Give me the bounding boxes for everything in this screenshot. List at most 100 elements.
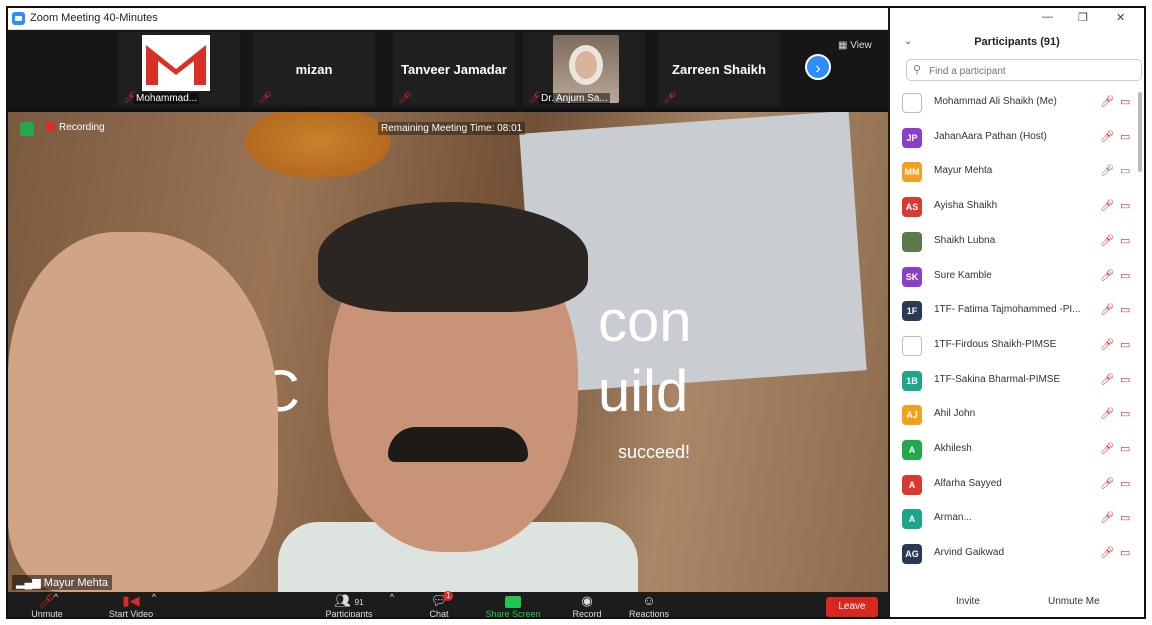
participant-name: Mohammad Ali Shaikh (Me) — [934, 96, 1057, 107]
reactions-label: Reactions — [628, 609, 670, 619]
meeting-area: 🎤︎ Mohammad... mizan 🎤︎ Tanveer Jamadar … — [8, 30, 888, 619]
tile-label: Mohammad... — [134, 93, 200, 104]
camera-off-icon: ▭ — [1120, 269, 1131, 282]
camera-off-icon: ▭ — [1120, 130, 1131, 143]
record-button[interactable]: ◉ Record — [552, 592, 622, 617]
participant-name: Arvind Gaikwad — [934, 547, 1005, 559]
chat-label: Chat — [429, 609, 449, 619]
speaker-name: Mayur Mehta — [43, 577, 108, 589]
participant-row[interactable]: AS Ayisha Shaikh 🎤︎ ▭ — [890, 190, 1144, 224]
reactions-button[interactable]: ☺ Reactions — [614, 592, 684, 619]
video-options-chevron-icon[interactable]: ^ — [148, 592, 160, 602]
unmute-me-button[interactable]: Unmute Me — [1048, 596, 1100, 607]
participant-row[interactable]: JP JahanAara Pathan (Host) 🎤︎ ▭ — [890, 121, 1144, 155]
title-bar: Zoom Meeting 40-Minutes — [8, 8, 888, 30]
leave-button[interactable]: Leave — [826, 597, 878, 617]
remaining-time: Remaining Meeting Time: 08:01 — [378, 122, 526, 135]
participant-row[interactable]: 1B 1TF-Sakina Bharmal-PIMSE 🎤︎ ▭ — [890, 364, 1144, 398]
speaker-hand — [8, 232, 278, 592]
participants-chevron-icon[interactable]: ^ — [386, 592, 398, 602]
muted-mic-icon: 🎤︎ — [1100, 96, 1114, 108]
camera-off-icon: ▭ — [1120, 408, 1131, 421]
zoom-window: Zoom Meeting 40-Minutes 🎤︎ Mohammad... m… — [6, 6, 1146, 619]
recording-label: Recording — [59, 122, 105, 133]
signal-bars-icon: ▂▄▆ — [16, 577, 44, 589]
video-tile[interactable]: 🎤︎ Mohammad... — [118, 32, 240, 106]
restore-icon[interactable]: ❐ — [1078, 11, 1088, 24]
participant-row[interactable]: MM Mayur Mehta 🎤︎ ▭ — [890, 155, 1144, 189]
participant-row[interactable]: 1F 1TF- Fatima Tajmohammed -PI... 🎤︎ ▭ — [890, 294, 1144, 328]
participant-row[interactable]: Shaikh Lubna 🎤︎ ▭ — [890, 225, 1144, 259]
muted-mic-icon: 🎤︎ — [1100, 477, 1114, 490]
camera-off-icon: ▭ — [1120, 373, 1131, 386]
participant-row[interactable]: SK Sure Kamble 🎤︎ ▭ — [890, 260, 1144, 294]
participant-row[interactable]: A Arman... 🎤︎ ▭ — [890, 502, 1144, 536]
search-input[interactable] — [927, 62, 1131, 80]
window-controls: — ❐ ✕ — [1024, 8, 1144, 30]
panel-header: ⌄ Participants (91) — [890, 30, 1144, 56]
panel-title: Participants (91) — [974, 36, 1060, 48]
participant-name: Arman... — [934, 512, 972, 524]
avatar: AS — [902, 197, 922, 218]
view-button[interactable]: ▦ View — [838, 40, 872, 51]
muted-mic-icon: 🎤︎ — [1100, 408, 1114, 421]
participant-row[interactable]: A Akhilesh 🎤︎ ▭ — [890, 433, 1144, 467]
camera-off-icon: ▭ — [1120, 477, 1131, 490]
participants-button[interactable]: 👥︎ 91 Participants — [314, 592, 384, 617]
participant-row[interactable]: AJ Ahil John 🎤︎ ▭ — [890, 398, 1144, 432]
recording-indicator: Recording — [46, 122, 105, 133]
participant-row[interactable]: 1TF-Firdous Shaikh-PIMSE 🎤︎ ▭ — [890, 329, 1144, 363]
list-scrollbar[interactable] — [1138, 92, 1142, 172]
share-screen-label: Share Screen — [485, 609, 541, 619]
participant-name: Sure Kamble — [934, 269, 992, 281]
participant-row[interactable]: AG Arvind Gaikwad 🎤︎ ▭ — [890, 537, 1144, 571]
view-label: View — [850, 40, 872, 51]
audio-options-chevron-icon[interactable]: ^ — [50, 592, 62, 602]
participant-row[interactable]: Mohammad Ali Shaikh (Me) 🎤︎ ▭ — [890, 86, 1144, 120]
camera-off-icon: ▭ — [1120, 304, 1131, 317]
muted-mic-icon: 🎤︎ — [1100, 338, 1114, 351]
reactions-icon: ☺ — [642, 593, 656, 608]
panel-footer: Invite Unmute Me — [890, 588, 1144, 617]
tile-name: Tanveer Jamadar — [401, 62, 507, 77]
window-title: Zoom Meeting 40-Minutes — [30, 12, 158, 24]
participant-name: Alfarha Sayyed — [934, 477, 1002, 489]
video-tile[interactable]: mizan 🎤︎ — [253, 32, 375, 106]
chat-button[interactable]: 💬︎ 1 Chat — [404, 591, 474, 619]
mic-icon: 🎤︎ — [1100, 165, 1114, 178]
camera-icon: ▭ — [1120, 165, 1131, 178]
share-screen-icon — [478, 592, 548, 609]
avatar: 1F — [902, 301, 922, 322]
zoom-app-icon — [12, 12, 25, 25]
camera-off-icon: ▭ — [1120, 96, 1131, 108]
video-tile[interactable]: Tanveer Jamadar 🎤︎ — [393, 32, 515, 106]
avatar — [902, 231, 922, 252]
muted-mic-icon: 🎤︎ — [1100, 373, 1114, 386]
camera-off-icon: ▭ — [1120, 512, 1131, 525]
search-icon: ⚲ — [913, 64, 922, 76]
participant-name: JahanAara Pathan (Host) — [934, 130, 1047, 142]
video-tile[interactable]: 🎤︎ Dr. Anjum Sa... — [523, 32, 645, 106]
participant-row[interactable]: A Alfarha Sayyed 🎤︎ ▭ — [890, 468, 1144, 502]
muted-mic-icon: 🎤︎ — [398, 92, 412, 104]
camera-off-icon: ▭ — [1120, 338, 1131, 351]
avatar: JP — [902, 127, 922, 148]
participant-strip: 🎤︎ Mohammad... mizan 🎤︎ Tanveer Jamadar … — [8, 30, 888, 109]
share-screen-button[interactable]: Share Screen — [478, 592, 548, 619]
minimize-icon[interactable]: — — [1042, 11, 1053, 23]
avatar — [902, 93, 922, 113]
muted-mic-icon: 🎤︎ — [258, 92, 272, 104]
avatar: A — [902, 509, 922, 530]
next-page-icon[interactable]: › — [805, 54, 831, 80]
hair — [318, 202, 588, 312]
participant-name: Ahil John — [934, 408, 976, 420]
avatar: A — [902, 474, 922, 495]
participant-search[interactable]: ⚲ — [906, 59, 1142, 81]
unmute-button[interactable]: 🎤︎ Unmute — [12, 592, 82, 617]
start-video-label: Start Video — [108, 609, 154, 619]
video-tile[interactable]: Zarreen Shaikh 🎤︎ — [658, 32, 780, 106]
invite-button[interactable]: Invite — [956, 596, 980, 607]
close-icon[interactable]: ✕ — [1116, 11, 1125, 24]
participant-name: 1TF-Sakina Bharmal-PIMSE — [934, 373, 1061, 385]
security-shield-icon[interactable] — [20, 122, 34, 136]
